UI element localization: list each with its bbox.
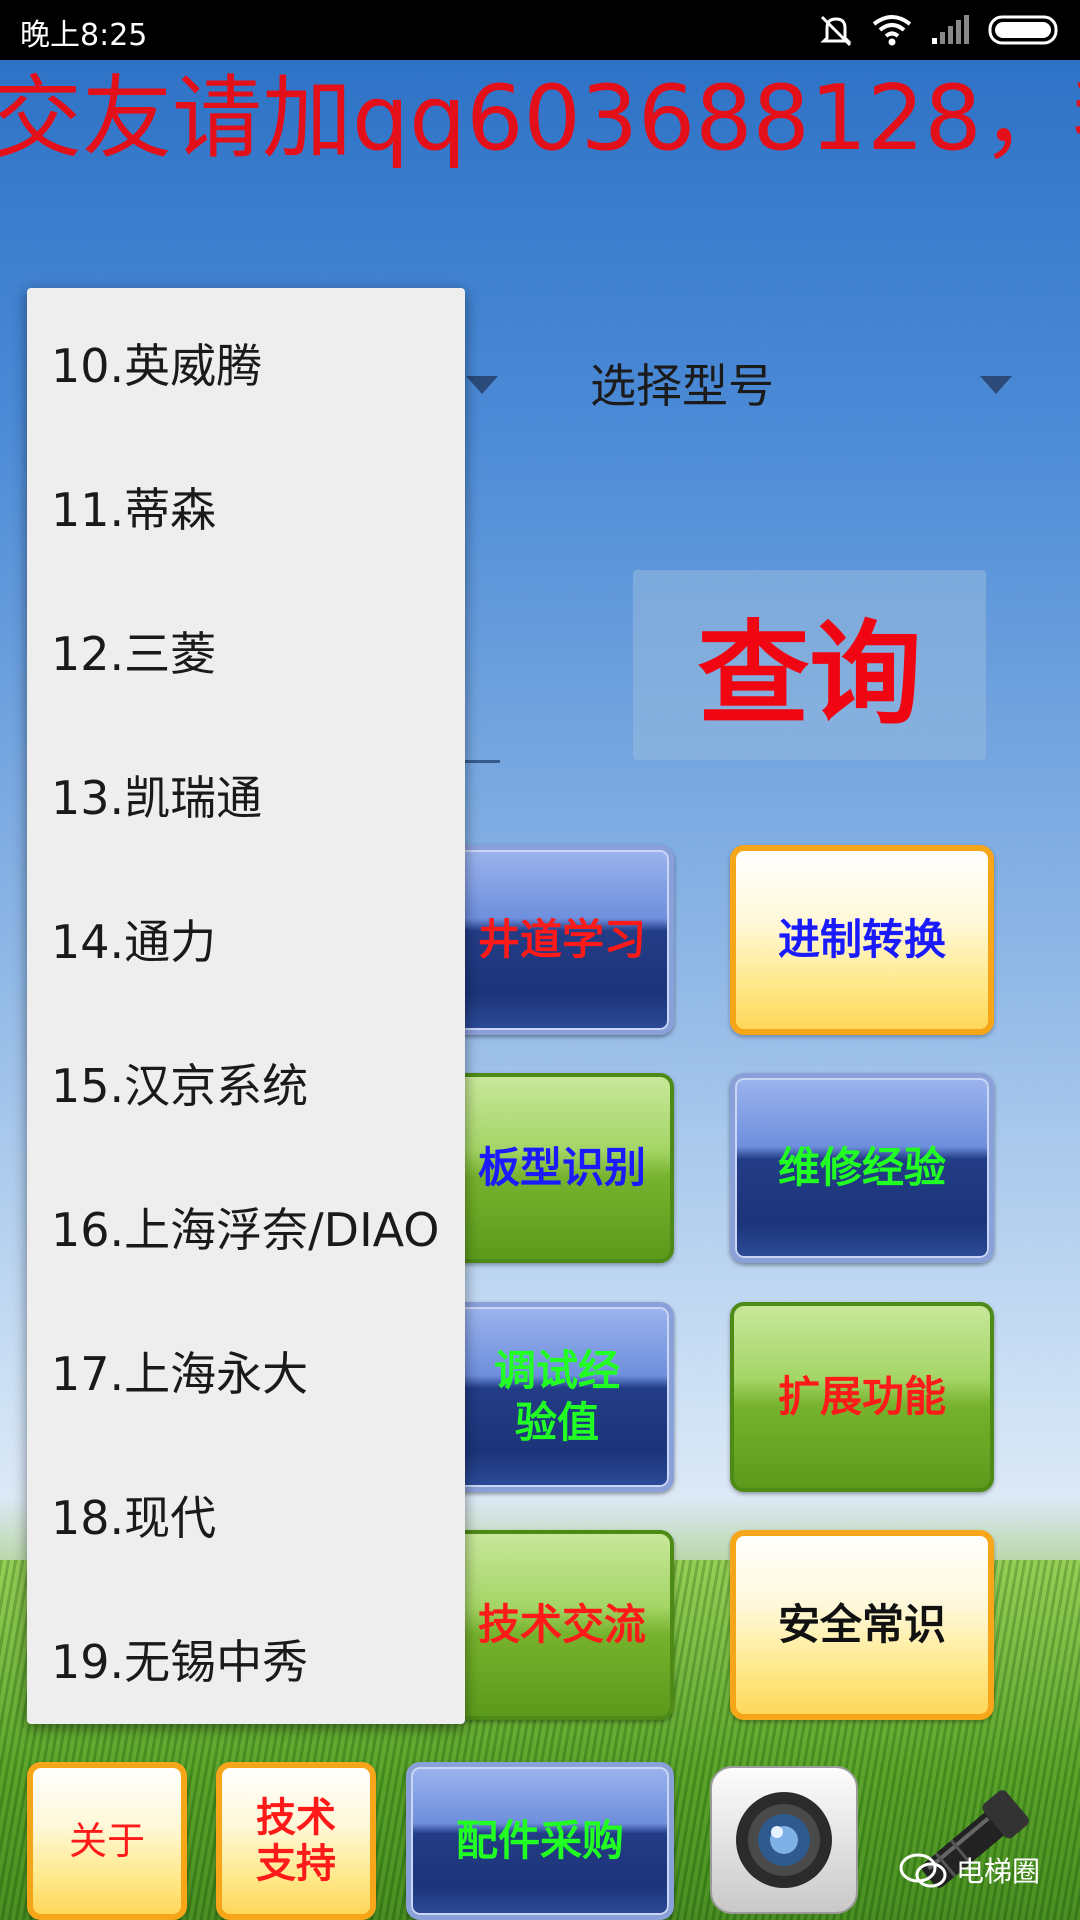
camera-button[interactable]: [710, 1766, 858, 1914]
model-spinner-arrow[interactable]: [980, 376, 1012, 394]
tile-safety-knowledge[interactable]: 安全常识: [730, 1530, 994, 1720]
wechat-icon: [899, 1853, 947, 1888]
parts-purchase-button[interactable]: 配件采购: [406, 1762, 674, 1920]
brand-dropdown-list[interactable]: 10.英威腾 11.蒂森 12.三菱 13.凯瑞通 14.通力 15.汉京系统 …: [27, 288, 465, 1724]
query-button[interactable]: 查询: [633, 570, 986, 760]
tile-repair-experience[interactable]: 维修经验: [730, 1073, 994, 1263]
tile-label: 维修经验: [777, 1143, 946, 1192]
battery-icon: [988, 15, 1058, 45]
wifi-icon: [872, 15, 912, 46]
model-spinner[interactable]: 选择型号: [590, 350, 774, 416]
query-button-label: 查询: [697, 610, 922, 740]
watermark-text: 电梯圈: [956, 1855, 1041, 1888]
input-underline: [460, 760, 500, 763]
dropdown-item[interactable]: 17.上海永大: [51, 1302, 461, 1446]
status-bar: 晚上8:25: [0, 0, 1080, 60]
tile-label: 安全常识: [777, 1600, 946, 1649]
tile-extended-functions[interactable]: 扩展功能: [730, 1302, 994, 1492]
tech-support-label-2: 支持: [256, 1841, 336, 1887]
dropdown-item[interactable]: 15.汉京系统: [51, 1014, 461, 1158]
dropdown-item[interactable]: 16.上海浮奈/DIAO: [51, 1158, 461, 1302]
about-label: 关于: [68, 1819, 145, 1863]
tech-support-label-1: 技术: [256, 1795, 336, 1841]
mute-icon: [820, 15, 852, 47]
dropdown-item[interactable]: 18.现代: [51, 1446, 461, 1590]
dropdown-item[interactable]: 12.三菱: [51, 582, 461, 726]
status-icons: [818, 12, 1062, 48]
tech-support-button[interactable]: 技术 支持: [216, 1762, 376, 1920]
about-button[interactable]: 关于: [27, 1762, 187, 1920]
tile-label: 板型识别: [477, 1143, 646, 1192]
dropdown-item[interactable]: 19.无锡中秀: [51, 1590, 461, 1734]
signal-icon: [932, 15, 969, 44]
watermark: 电梯圈: [898, 1850, 1040, 1890]
dropdown-item[interactable]: 13.凯瑞通: [51, 726, 461, 870]
tile-label: 扩展功能: [777, 1372, 946, 1421]
tile-label: 井道学习: [477, 915, 646, 964]
parts-purchase-label: 配件采购: [455, 1816, 624, 1865]
model-spinner-label: 选择型号: [590, 359, 774, 413]
dropdown-item[interactable]: 14.通力: [51, 870, 461, 1014]
marquee-text: 交友请加qq603688128，我们: [0, 66, 1080, 171]
tile-label: 进制转换: [777, 915, 946, 964]
dropdown-item[interactable]: 10.英威腾: [51, 294, 461, 438]
marquee-banner: 交友请加qq603688128，我们: [0, 60, 1080, 180]
camera-icon: [736, 1792, 832, 1888]
status-time: 晚上8:25: [20, 18, 148, 53]
tile-base-conversion[interactable]: 进制转换: [730, 845, 994, 1035]
dropdown-item[interactable]: 11.蒂森: [51, 438, 461, 582]
brand-spinner-arrow[interactable]: [466, 376, 498, 394]
tile-label: 技术交流: [477, 1600, 646, 1649]
